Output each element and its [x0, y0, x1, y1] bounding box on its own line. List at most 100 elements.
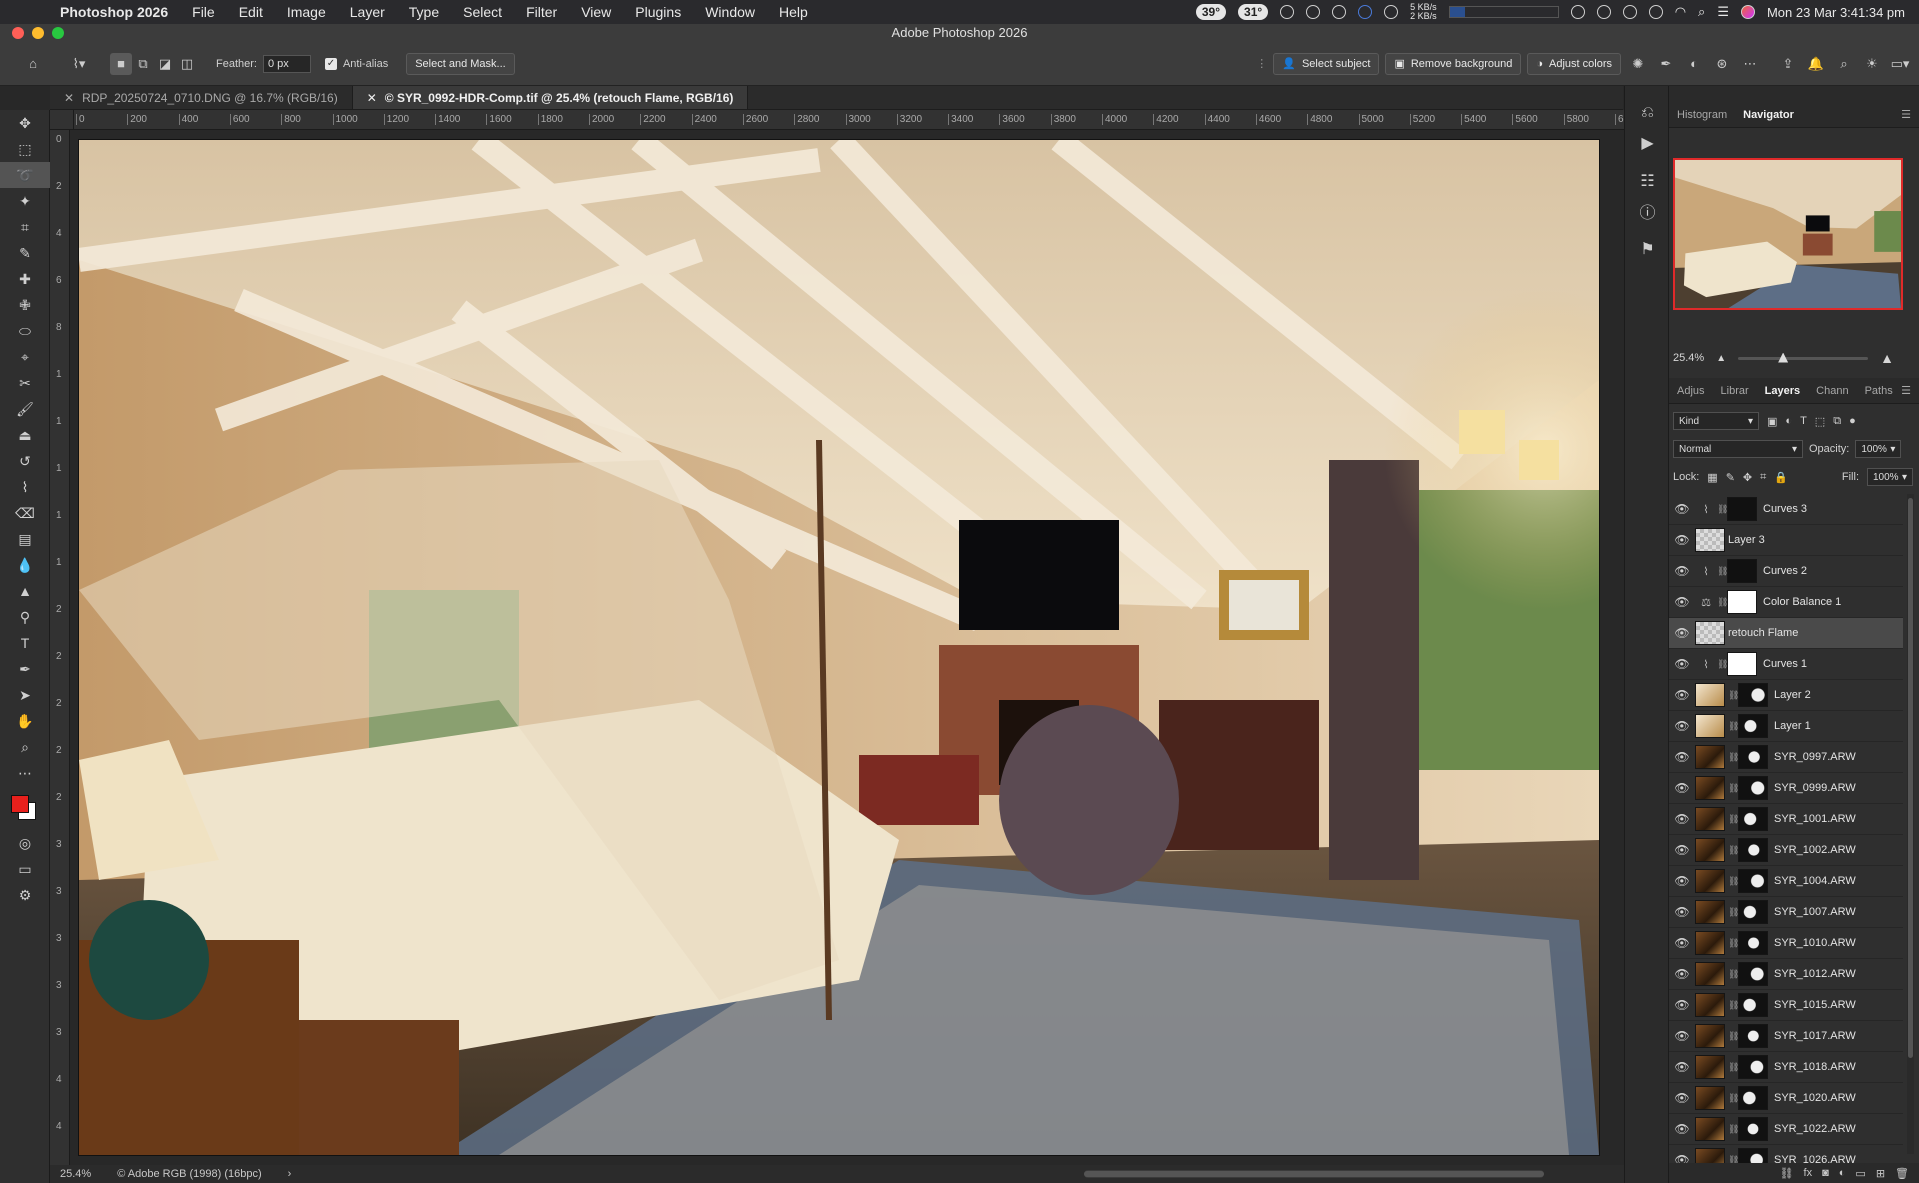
layer-mask-thumbnail[interactable] [1727, 497, 1757, 521]
lasso-tool-icon[interactable]: ➰ [0, 162, 50, 188]
visibility-eye-icon[interactable]: 👁 [1669, 967, 1695, 981]
mask-link-icon[interactable]: ⛓ [1728, 845, 1739, 856]
layer-thumbnail[interactable] [1695, 776, 1725, 800]
mask-link-icon[interactable]: ⛓ [1728, 1031, 1739, 1042]
camera-raw-icon[interactable]: ⊛ [1711, 53, 1733, 75]
visibility-eye-icon[interactable]: 👁 [1669, 595, 1695, 609]
sync-icon[interactable] [1306, 5, 1321, 19]
layer-thumbnail[interactable] [1695, 621, 1725, 645]
layer-name[interactable]: SYR_1018.ARW [1774, 1061, 1856, 1073]
remove-background-button[interactable]: ▣ Remove background [1385, 52, 1522, 75]
visibility-eye-icon[interactable]: 👁 [1669, 781, 1695, 795]
new-group-icon[interactable]: ▭ [1855, 1167, 1865, 1180]
layer-thumbnail[interactable] [1695, 962, 1725, 986]
mask-link-icon[interactable]: ⛓ [1717, 504, 1728, 515]
mask-link-icon[interactable]: ⛓ [1728, 938, 1739, 949]
layer-thumbnail[interactable] [1695, 993, 1725, 1017]
layer-row[interactable]: 👁 ⛓ SYR_1001.ARW [1669, 804, 1903, 835]
screen-mode-icon[interactable]: ▭ [0, 856, 50, 882]
layer-thumbnail[interactable] [1695, 807, 1725, 831]
mask-link-icon[interactable]: ⛓ [1717, 597, 1728, 608]
visibility-eye-icon[interactable]: 👁 [1669, 936, 1695, 950]
layer-row[interactable]: 👁 ⛓ SYR_0999.ARW [1669, 773, 1903, 804]
layer-mask-thumbnail[interactable] [1727, 559, 1757, 583]
info-panel-icon[interactable]: ⓘ [1625, 196, 1670, 226]
zoom-out-icon[interactable]: ▲ [1716, 353, 1726, 364]
layer-mask-thumbnail[interactable] [1738, 993, 1768, 1017]
layer-name[interactable]: SYR_1002.ARW [1774, 844, 1856, 856]
dodge-tool-icon[interactable]: ⚲ [0, 604, 50, 630]
layer-row[interactable]: 👁 ⛓ SYR_1017.ARW [1669, 1021, 1903, 1052]
generative-icon[interactable]: ✺ [1627, 53, 1649, 75]
select-subject-button[interactable]: 👤 Select subject [1273, 52, 1380, 75]
kind-filter-select[interactable]: Kind ▾ [1673, 412, 1759, 430]
zoom-level[interactable]: 25.4% [60, 1168, 91, 1180]
visibility-eye-icon[interactable]: 👁 [1669, 657, 1695, 671]
flame-icon[interactable] [1332, 5, 1347, 19]
actions-panel-icon[interactable]: ▶ [1625, 128, 1670, 158]
zoom-window-button[interactable] [52, 27, 64, 39]
brush-tool-icon[interactable]: 🖌 [0, 396, 50, 422]
headphones-icon[interactable] [1622, 5, 1637, 19]
layer-name[interactable]: SYR_1010.ARW [1774, 937, 1856, 949]
tab-libraries[interactable]: Librar [1713, 385, 1757, 397]
visibility-eye-icon[interactable]: 👁 [1669, 843, 1695, 857]
search-icon[interactable]: ⌕ [1698, 4, 1705, 20]
close-window-button[interactable] [12, 27, 24, 39]
layer-mask-thumbnail[interactable] [1738, 1086, 1768, 1110]
tab-histogram[interactable]: Histogram [1669, 109, 1735, 121]
zoom-slider-thumb[interactable] [1778, 352, 1789, 363]
record-icon[interactable] [1570, 5, 1585, 19]
tab-layers[interactable]: Layers [1757, 385, 1808, 397]
layer-thumbnail[interactable] [1695, 528, 1725, 552]
visibility-eye-icon[interactable]: 👁 [1669, 874, 1695, 888]
layer-thumbnail[interactable] [1695, 714, 1725, 738]
menu-app[interactable]: Photoshop 2026 [48, 4, 180, 20]
layer-thumbnail[interactable] [1695, 1055, 1725, 1079]
panel-menu-icon[interactable]: ☰ [1901, 108, 1919, 121]
menu-window[interactable]: Window [693, 4, 767, 20]
layer-mask-thumbnail[interactable] [1738, 1117, 1768, 1141]
mask-link-icon[interactable]: ⛓ [1728, 783, 1739, 794]
move-tool-icon[interactable]: ✥ [0, 110, 50, 136]
mask-link-icon[interactable]: ⛓ [1728, 876, 1739, 887]
layer-name[interactable]: Curves 3 [1763, 503, 1807, 515]
eyedropper-tool-icon[interactable]: ✎ [0, 240, 50, 266]
menu-type[interactable]: Type [397, 4, 451, 20]
foreground-color-swatch[interactable] [11, 795, 29, 813]
filter-adjustment-icon[interactable]: ◐ [1785, 415, 1792, 427]
spot-healing-tool-icon[interactable]: ✚ [0, 266, 50, 292]
workspace-icon[interactable]: ▭▾ [1889, 53, 1911, 75]
sharpen-tool-icon[interactable]: ▲ [0, 578, 50, 604]
mask-link-icon[interactable]: ⛓ [1728, 752, 1739, 763]
lock-pixels-icon[interactable]: ✎ [1726, 471, 1735, 484]
layer-name[interactable]: SYR_1007.ARW [1774, 906, 1856, 918]
datetime[interactable]: Mon 23 Mar 3:41:34 pm [1767, 5, 1905, 20]
visibility-eye-icon[interactable]: 👁 [1669, 750, 1695, 764]
mask-link-icon[interactable]: ⛓ [1728, 690, 1739, 701]
new-selection-icon[interactable]: ■ [110, 52, 132, 75]
layer-name[interactable]: SYR_1004.ARW [1774, 875, 1856, 887]
new-layer-icon[interactable]: ⊞ [1876, 1167, 1885, 1180]
lock-transparency-icon[interactable]: ▦ [1707, 471, 1717, 484]
visibility-eye-icon[interactable]: 👁 [1669, 1091, 1695, 1105]
mask-link-icon[interactable]: ⛓ [1728, 721, 1739, 732]
visibility-eye-icon[interactable]: 👁 [1669, 626, 1695, 640]
lock-position-icon[interactable]: ✥ [1743, 471, 1752, 484]
crop-tool-icon[interactable]: ⌗ [0, 214, 50, 240]
fill-input[interactable]: 100% ▾ [1867, 468, 1913, 486]
layer-row[interactable]: 👁 ⌇ ⛓ Curves 1 [1669, 649, 1903, 680]
adjust-colors-button[interactable]: ◑ Adjust colors [1527, 52, 1621, 75]
comments-panel-icon[interactable]: ⚑ [1625, 234, 1670, 264]
layer-thumbnail[interactable] [1695, 745, 1725, 769]
visibility-eye-icon[interactable]: 👁 [1669, 1060, 1695, 1074]
ruler-origin[interactable] [50, 110, 74, 130]
zoom-slider[interactable] [1738, 352, 1869, 363]
filter-toggle-icon[interactable]: ● [1849, 415, 1856, 427]
layer-name[interactable]: SYR_1001.ARW [1774, 813, 1856, 825]
layer-mask-thumbnail[interactable] [1738, 745, 1768, 769]
layer-thumbnail[interactable] [1695, 931, 1725, 955]
share-icon[interactable]: ⇪ [1777, 53, 1799, 75]
layer-name[interactable]: SYR_0999.ARW [1774, 782, 1856, 794]
layer-name[interactable]: SYR_1020.ARW [1774, 1092, 1856, 1104]
